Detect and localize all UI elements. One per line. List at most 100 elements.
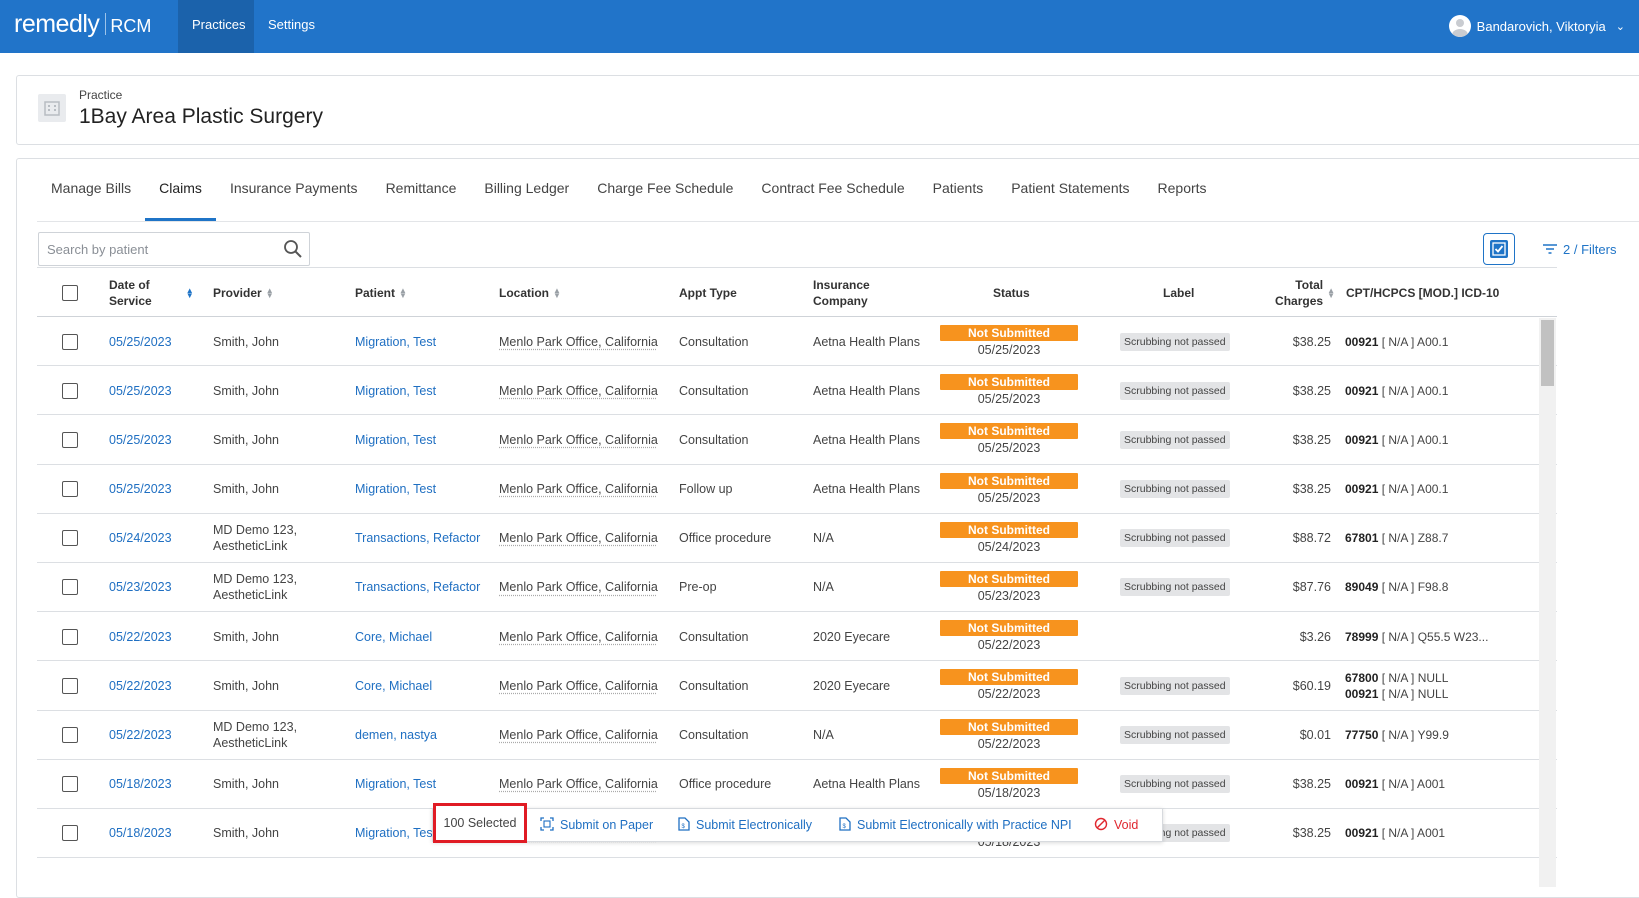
select-all-checkbox[interactable] — [62, 285, 78, 301]
patient-link[interactable]: demen, nastya — [355, 711, 437, 760]
status-cell: Not Submitted 05/24/2023 — [940, 514, 1078, 563]
location-cell: Menlo Park Office, California — [499, 580, 658, 595]
tab-reports[interactable]: Reports — [1144, 159, 1221, 221]
status-cell: Not Submitted 05/25/2023 — [940, 415, 1078, 464]
table-row[interactable]: 05/24/2023 MD Demo 123, AestheticLink Trans… — [37, 514, 1557, 563]
tab-billing-ledger[interactable]: Billing Ledger — [470, 159, 583, 221]
label-cell: Scrubbing not passed — [1120, 514, 1230, 563]
codes-cell: 00921 [ N/A ] A00.1 — [1345, 432, 1449, 447]
date-of-service-link[interactable]: 05/25/2023 — [109, 317, 172, 366]
nav-settings[interactable]: Settings — [254, 0, 329, 53]
col-patient[interactable]: Patient ▲ ▼ — [355, 268, 407, 318]
status-cell: Not Submitted 05/22/2023 — [940, 661, 1078, 710]
patient-link[interactable]: Core, Michael — [355, 661, 432, 710]
status-badge: Not Submitted — [940, 767, 1078, 784]
codes-cell: 00921 [ N/A ] A00.1 — [1345, 383, 1449, 398]
row-checkbox[interactable] — [62, 382, 78, 399]
patient-link[interactable]: Migration, Test — [355, 760, 436, 809]
appt-type-cell: Consultation — [679, 728, 749, 742]
submit-electronically-button[interactable]: $ Submit Electronically — [678, 809, 812, 841]
status-date: 05/25/2023 — [977, 392, 1041, 407]
row-checkbox[interactable] — [62, 727, 78, 743]
top-navigation-bar: remedly RCM Practices Settings Bandarovic… — [0, 0, 1639, 53]
user-menu[interactable]: Bandarovich, Viktoryia ⌄ — [1448, 15, 1625, 37]
patient-link[interactable]: Transactions, Refactor — [355, 514, 480, 563]
table-body: 05/25/2023 Smith, John Migration, Test Menl… — [37, 317, 1557, 859]
brand-name: remedly — [14, 10, 100, 38]
row-checkbox[interactable] — [62, 776, 78, 793]
codes-cell: 77750 [ N/A ] Y99.9 — [1345, 728, 1449, 742]
row-checkbox[interactable] — [62, 677, 78, 694]
status-date: 05/23/2023 — [977, 588, 1041, 603]
col-location[interactable]: Location ▲ ▼ — [499, 268, 561, 318]
tab-bar: Manage Bills Claims Insurance Payments R… — [37, 159, 1221, 221]
submit-electronically-npi-button[interactable]: $ Submit Electronically with Practice NP… — [839, 809, 1072, 841]
app-logo[interactable]: remedly RCM — [14, 10, 151, 39]
submit-on-paper-button[interactable]: Submit on Paper — [540, 809, 653, 841]
search-input[interactable] — [39, 233, 269, 265]
table-row[interactable]: 05/23/2023 MD Demo 123, AestheticLink Trans… — [37, 563, 1557, 613]
appt-type-cell: Consultation — [679, 334, 749, 349]
table-scrollbar[interactable] — [1539, 318, 1556, 887]
table-row[interactable]: 05/25/2023 Smith, John Migration, Test Menl… — [37, 317, 1557, 367]
table-row[interactable]: 05/25/2023 Smith, John Migration, Test Menl… — [37, 465, 1557, 514]
search-icon[interactable] — [283, 239, 303, 264]
status-badge: Not Submitted — [940, 521, 1078, 538]
table-row[interactable]: 05/22/2023 MD Demo 123, AestheticLink demen… — [37, 711, 1557, 760]
total-charges-cell: $38.25 — [1292, 482, 1331, 497]
tab-manage-bills[interactable]: Manage Bills — [37, 159, 145, 221]
row-checkbox[interactable] — [62, 825, 78, 842]
void-button[interactable]: Void — [1094, 809, 1138, 841]
patient-search — [38, 232, 310, 266]
total-charges-cell: $38.25 — [1292, 432, 1331, 447]
patient-link[interactable]: Migration, Test — [355, 317, 436, 366]
scrollbar-thumb[interactable] — [1541, 320, 1554, 386]
label-cell: Scrubbing not passed — [1120, 415, 1230, 464]
row-checkbox[interactable] — [62, 481, 78, 498]
date-of-service-link[interactable]: 05/18/2023 — [109, 809, 172, 858]
date-of-service-link[interactable]: 05/25/2023 — [109, 465, 172, 514]
appt-type-cell: Consultation — [679, 432, 749, 447]
row-checkbox[interactable] — [62, 628, 78, 645]
col-date-of-service[interactable]: Date of Service ▲ ▼ — [109, 268, 209, 318]
status-date: 05/22/2023 — [977, 736, 1041, 751]
date-of-service-link[interactable]: 05/22/2023 — [109, 612, 172, 661]
tab-claims[interactable]: Claims — [145, 159, 216, 221]
col-provider[interactable]: Provider ▲ ▼ — [213, 268, 274, 318]
table-row[interactable]: 05/22/2023 Smith, John Core, Michael Menlo … — [37, 612, 1557, 662]
patient-link[interactable]: Migration, Test — [355, 366, 436, 415]
filters-button[interactable]: 2 / Filters — [1543, 242, 1616, 257]
patient-link[interactable]: Migration, Test — [355, 415, 436, 464]
row-checkbox[interactable] — [62, 530, 78, 547]
row-checkbox[interactable] — [62, 431, 78, 448]
table-row[interactable]: 05/25/2023 Smith, John Migration, Test Menl… — [37, 415, 1557, 465]
date-of-service-link[interactable]: 05/23/2023 — [109, 563, 172, 612]
nav-practices[interactable]: Practices — [178, 0, 254, 53]
row-checkbox[interactable] — [62, 579, 78, 596]
table-row[interactable]: 05/18/2023 Smith, John Migration, Test Menl… — [37, 760, 1557, 809]
col-total-charges[interactable]: Total Charges ▲ ▼ — [1267, 268, 1335, 318]
status-badge: Not Submitted — [940, 325, 1078, 341]
table-row[interactable]: 05/22/2023 Smith, John Core, Michael Menlo … — [37, 661, 1557, 711]
patient-link[interactable]: Migration, Test — [355, 809, 436, 858]
tab-insurance-payments[interactable]: Insurance Payments — [216, 159, 372, 221]
patient-link[interactable]: Migration, Test — [355, 465, 436, 514]
tab-remittance[interactable]: Remittance — [372, 159, 471, 221]
date-of-service-link[interactable]: 05/18/2023 — [109, 760, 172, 809]
col-appt-type: Appt Type — [679, 286, 737, 300]
date-of-service-link[interactable]: 05/24/2023 — [109, 514, 172, 563]
date-of-service-link[interactable]: 05/25/2023 — [109, 415, 172, 464]
tab-patient-statements[interactable]: Patient Statements — [997, 159, 1143, 221]
row-checkbox[interactable] — [62, 333, 78, 350]
tab-contract-fee-schedule[interactable]: Contract Fee Schedule — [747, 159, 918, 221]
patient-link[interactable]: Core, Michael — [355, 612, 432, 661]
patient-link[interactable]: Transactions, Refactor — [355, 563, 480, 612]
table-row[interactable]: 05/25/2023 Smith, John Migration, Test Menl… — [37, 366, 1557, 416]
date-of-service-link[interactable]: 05/25/2023 — [109, 366, 172, 415]
divider — [37, 221, 1639, 222]
tab-charge-fee-schedule[interactable]: Charge Fee Schedule — [583, 159, 747, 221]
date-of-service-link[interactable]: 05/22/2023 — [109, 711, 172, 760]
tab-patients[interactable]: Patients — [919, 159, 998, 221]
select-mode-toggle[interactable] — [1483, 233, 1515, 265]
date-of-service-link[interactable]: 05/22/2023 — [109, 661, 172, 710]
